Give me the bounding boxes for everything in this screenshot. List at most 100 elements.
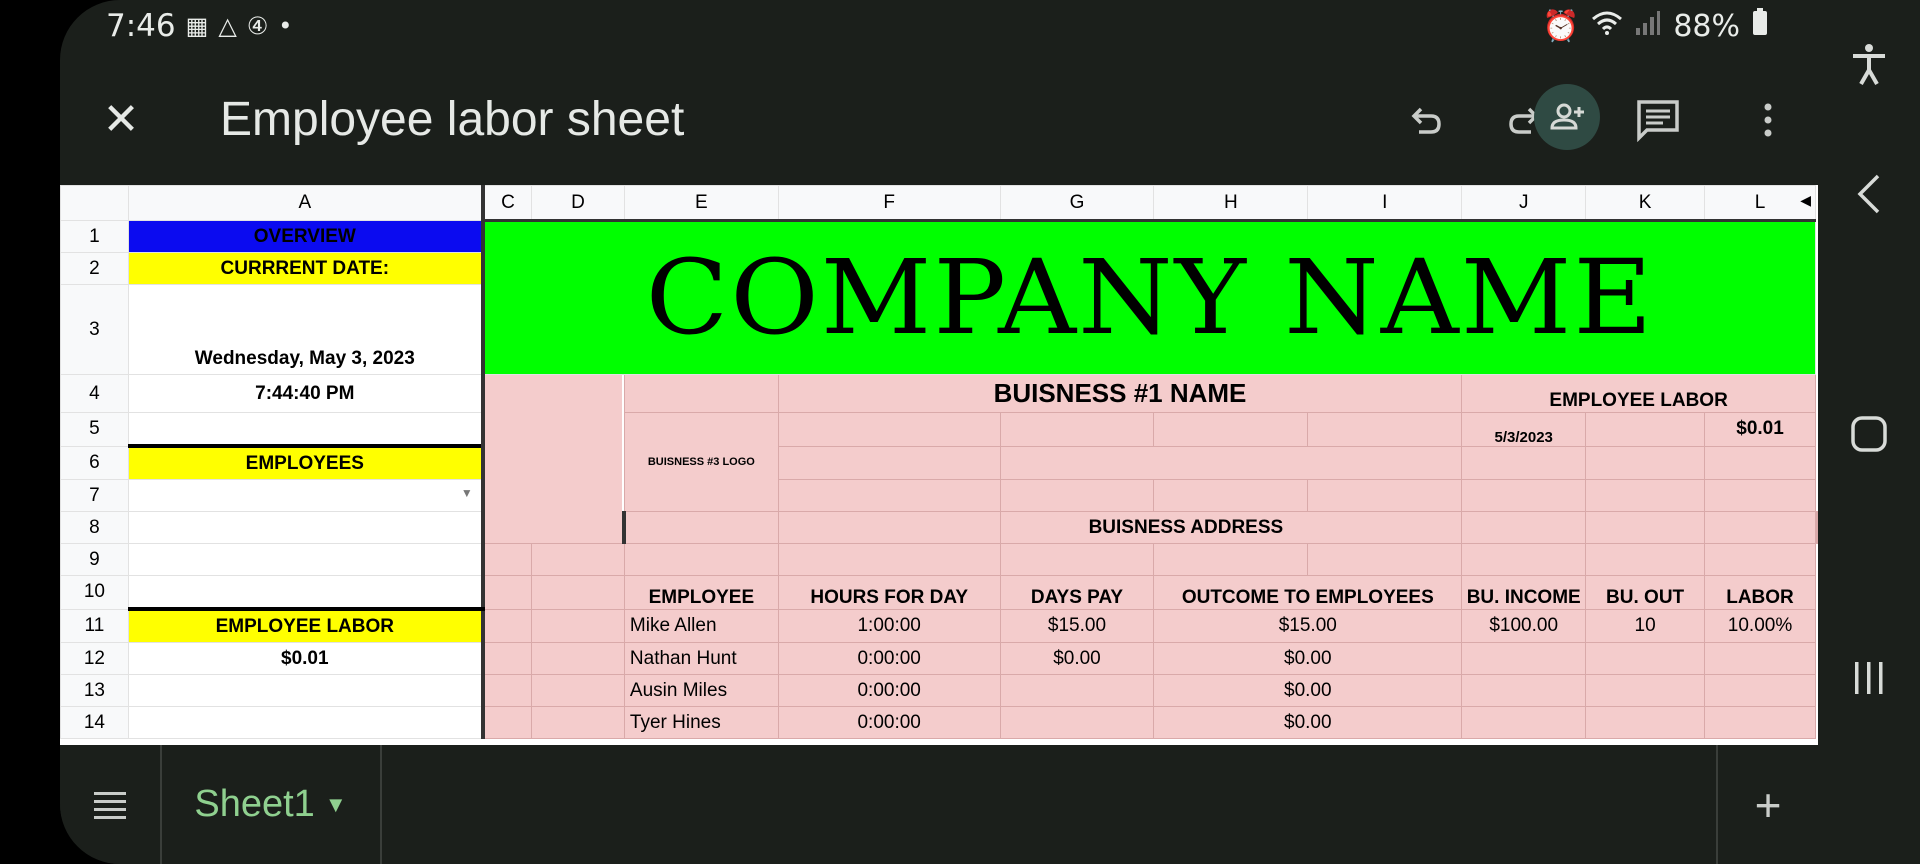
pink-cell[interactable] [1307, 543, 1463, 576]
table-cell[interactable]: 0:00:00 [777, 674, 1001, 707]
row-header[interactable]: 8 [60, 511, 129, 544]
table-cell[interactable]: Mike Allen [623, 608, 779, 643]
current-date-label[interactable]: CURRRENT DATE: [127, 252, 484, 285]
time-cell[interactable]: 7:44:40 PM [127, 374, 484, 413]
scroll-left-icon[interactable]: ◀ [1800, 192, 1811, 209]
row-header[interactable]: 11 [60, 608, 129, 643]
column-header[interactable]: I [1307, 185, 1463, 221]
column-header[interactable]: G [999, 185, 1155, 221]
pink-cell[interactable] [1585, 445, 1706, 480]
pink-cell[interactable] [480, 674, 533, 707]
column-header[interactable]: J [1461, 185, 1587, 221]
close-icon[interactable]: ✕ [98, 97, 144, 143]
pink-cell[interactable] [531, 608, 625, 643]
business-logo[interactable]: BUISNESS #3 LOGO [623, 412, 779, 512]
more-vert-icon[interactable] [1738, 90, 1798, 150]
date-cell[interactable]: Wednesday, May 3, 2023 [127, 284, 484, 375]
table-cell[interactable]: Tyer Hines [623, 706, 779, 739]
pink-cell[interactable] [1153, 412, 1309, 447]
select-all-corner[interactable] [60, 185, 129, 221]
pink-cell[interactable] [1461, 479, 1587, 512]
cell[interactable] [127, 511, 484, 544]
pink-cell[interactable] [999, 445, 1463, 480]
pink-cell[interactable] [480, 543, 533, 576]
pink-cell[interactable] [1153, 479, 1309, 512]
pink-cell[interactable] [999, 412, 1155, 447]
table-cell[interactable]: 10.00% [1704, 608, 1816, 643]
table-cell[interactable] [1704, 674, 1816, 707]
undo-icon[interactable] [1395, 90, 1455, 150]
pink-cell[interactable] [1461, 445, 1587, 480]
pink-cell[interactable] [622, 511, 779, 544]
employee-dropdown[interactable]: ▼ [127, 479, 484, 512]
pink-cell[interactable] [1307, 412, 1463, 447]
table-cell[interactable]: $0.00 [1153, 706, 1463, 739]
employees-label[interactable]: EMPLOYEES [127, 445, 484, 480]
table-cell[interactable]: 0:00:00 [777, 642, 1001, 675]
cell[interactable] [127, 706, 484, 739]
pink-cell[interactable] [777, 511, 1001, 544]
row-header[interactable]: 3 [60, 284, 129, 375]
pink-cell[interactable] [1704, 543, 1816, 576]
pink-cell[interactable] [480, 706, 533, 739]
table-cell[interactable] [1461, 674, 1587, 707]
row-header[interactable]: 6 [60, 445, 129, 480]
table-cell[interactable]: $0.00 [1153, 642, 1463, 675]
pink-cell[interactable] [1153, 543, 1309, 576]
table-cell[interactable]: Ausin Miles [623, 674, 779, 707]
pink-cell[interactable] [480, 608, 533, 643]
row-header[interactable]: 9 [60, 543, 129, 576]
table-cell[interactable] [1704, 706, 1816, 739]
pink-cell[interactable] [777, 445, 1001, 480]
cell[interactable] [127, 674, 484, 707]
business-name[interactable]: BUISNESS #1 NAME [777, 374, 1463, 413]
document-title[interactable]: Employee labor sheet [220, 90, 684, 150]
row-header[interactable]: 12 [60, 642, 129, 675]
pink-cell[interactable] [1704, 511, 1816, 544]
column-header[interactable]: C [480, 185, 533, 221]
pink-cell[interactable] [623, 374, 779, 413]
business-address[interactable]: BUISNESS ADDRESS [999, 511, 1463, 544]
table-cell[interactable]: 10 [1585, 608, 1706, 643]
column-header[interactable]: F [777, 185, 1001, 221]
table-header-cell[interactable]: BU. OUT [1585, 575, 1706, 610]
column-header[interactable]: H [1153, 185, 1309, 221]
cell[interactable] [127, 543, 484, 576]
column-header[interactable]: E [623, 185, 779, 221]
pink-cell[interactable] [531, 642, 625, 675]
table-cell[interactable] [999, 706, 1155, 739]
row-header[interactable]: 1 [60, 220, 129, 253]
pink-cell[interactable] [531, 575, 625, 610]
row-header[interactable]: 13 [60, 674, 129, 707]
pink-cell[interactable] [1704, 479, 1816, 512]
table-cell[interactable]: $0.00 [999, 642, 1155, 675]
pink-cell[interactable] [777, 479, 1001, 512]
table-header-cell[interactable]: BU. INCOME [1461, 575, 1587, 610]
table-header-cell[interactable]: OUTCOME TO EMPLOYEES [1153, 575, 1463, 610]
row-header[interactable]: 2 [60, 252, 129, 285]
column-header[interactable]: D [531, 185, 625, 221]
table-cell[interactable] [1461, 706, 1587, 739]
table-header-cell[interactable]: HOURS FOR DAY [777, 575, 1001, 610]
pink-cell[interactable] [1585, 412, 1706, 447]
pink-cell[interactable] [1585, 479, 1706, 512]
pink-cell[interactable] [999, 543, 1155, 576]
table-cell[interactable]: $15.00 [999, 608, 1155, 643]
dropdown-arrow-icon[interactable]: ▼ [461, 486, 473, 500]
pink-cell[interactable] [531, 706, 625, 739]
row-header[interactable]: 5 [60, 412, 129, 447]
labor-value[interactable]: $0.01 [1704, 412, 1816, 447]
table-cell[interactable] [1585, 706, 1706, 739]
employee-labor-value[interactable]: $0.01 [127, 642, 484, 675]
pink-cell[interactable] [777, 412, 1001, 447]
pink-cell[interactable] [480, 642, 533, 675]
home-icon[interactable] [1818, 414, 1920, 459]
column-header[interactable]: A [127, 185, 484, 221]
table-cell[interactable] [1704, 642, 1816, 675]
company-banner[interactable]: COMPANY NAME [480, 219, 1816, 375]
cell[interactable] [127, 412, 484, 448]
pink-cell[interactable] [777, 543, 1001, 576]
table-cell[interactable]: $100.00 [1461, 608, 1587, 643]
spreadsheet-grid[interactable]: A C D E F G H I J K L ◀ 1 OVERVIEW COMPAN… [60, 185, 1818, 745]
pink-cell[interactable] [531, 674, 625, 707]
